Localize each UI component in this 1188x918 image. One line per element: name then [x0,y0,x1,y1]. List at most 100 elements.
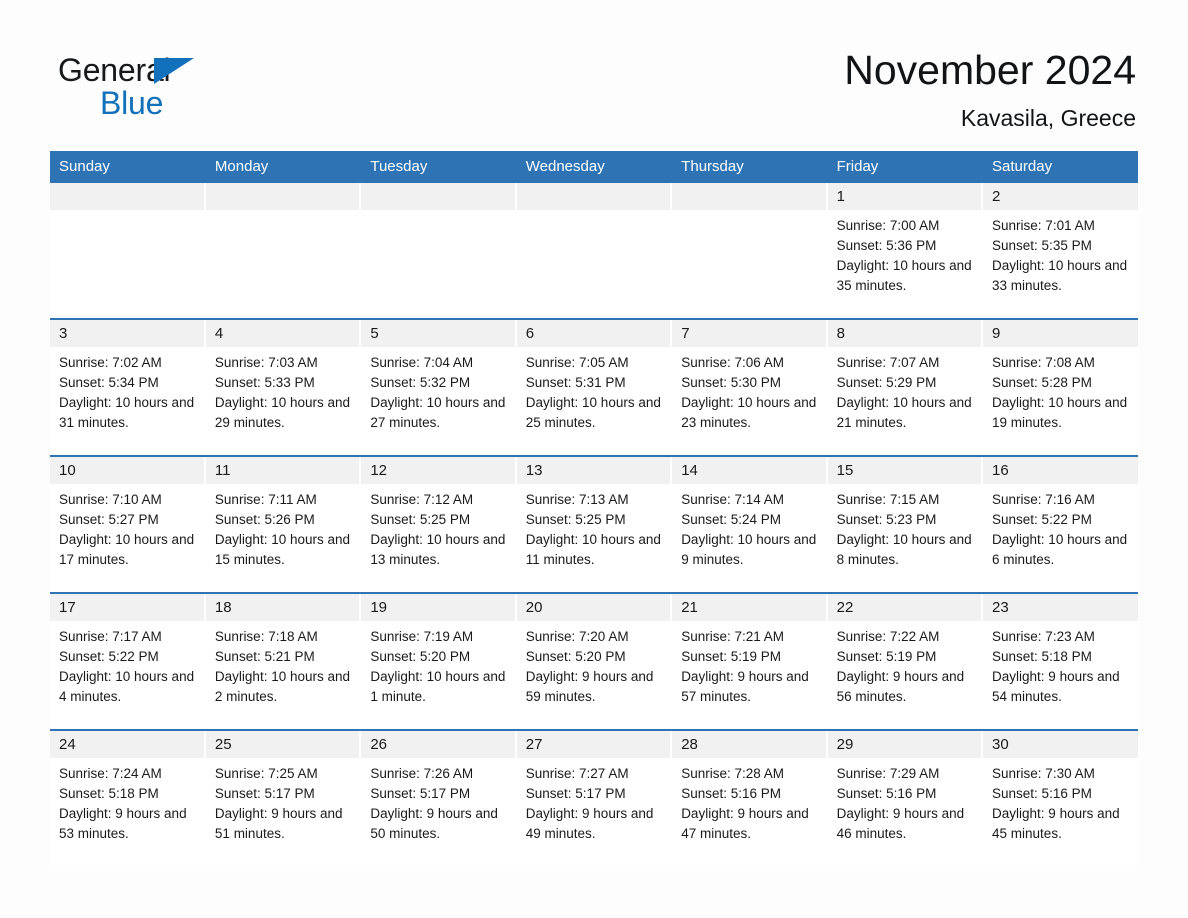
calendar-week-row: 3 Sunrise: 7:02 AM Sunset: 5:34 PM Daylight… [50,318,1138,457]
calendar-header-row: Sunday Monday Tuesday Wednesday Thursday… [50,151,1138,184]
calendar-day-cell[interactable]: 24 Sunrise: 7:24 AM Sunset: 5:18 PM Dayligh… [50,729,206,867]
sunset-text: Sunset: 5:23 PM [836,512,937,528]
calendar-day-cell[interactable]: 10 Sunrise: 7:10 AM Sunset: 5:27 PM Dayligh… [50,455,206,594]
day-details: Sunrise: 7:14 AM Sunset: 5:24 PM Daylight:… [672,484,826,570]
calendar-day-cell[interactable]: 19 Sunrise: 7:19 AM Sunset: 5:20 PM Dayligh… [360,592,517,731]
page-title: November 2024 [844,47,1136,93]
day-details: Sunrise: 7:19 AM Sunset: 5:20 PM Daylight:… [361,621,515,707]
calendar-day-cell[interactable]: 29 Sunrise: 7:29 AM Sunset: 5:16 PM Dayligh… [827,729,984,867]
calendar-day-cell[interactable]: 16 Sunrise: 7:16 AM Sunset: 5:22 PM Dayligh… [982,455,1138,594]
day-details: Sunrise: 7:20 AM Sunset: 5:20 PM Daylight:… [517,621,671,707]
sunrise-text: Sunrise: 7:04 AM [370,355,474,371]
daylight-text: Daylight: 10 hours and 27 minutes. [370,395,506,431]
calendar-day-cell[interactable]: 4 Sunrise: 7:03 AM Sunset: 5:33 PM Daylight… [205,318,362,457]
sunrise-text: Sunrise: 7:06 AM [681,355,784,371]
calendar-day-cell[interactable]: 28 Sunrise: 7:28 AM Sunset: 5:16 PM Dayligh… [671,729,828,867]
daylight-text: Daylight: 10 hours and 23 minutes. [681,395,817,431]
day-number: 19 [361,594,516,622]
day-number: 22 [827,594,983,622]
calendar-day-cell[interactable]: 12 Sunrise: 7:12 AM Sunset: 5:25 PM Dayligh… [360,455,517,594]
calendar-week-row: 10 Sunrise: 7:10 AM Sunset: 5:27 PM Dayligh… [50,455,1138,594]
sunrise-text: Sunrise: 7:00 AM [836,218,940,234]
calendar-day-cell-empty [50,183,206,320]
calendar-day-cell[interactable]: 7 Sunrise: 7:06 AM Sunset: 5:30 PM Daylight… [671,318,828,457]
calendar-day-cell[interactable]: 5 Sunrise: 7:04 AM Sunset: 5:32 PM Daylight… [360,318,517,457]
sunset-text: Sunset: 5:16 PM [992,786,1092,802]
sunset-text: Sunset: 5:22 PM [59,649,159,665]
daylight-text: Daylight: 9 hours and 45 minutes. [992,806,1120,842]
day-details: Sunrise: 7:06 AM Sunset: 5:30 PM Daylight:… [672,347,826,433]
calendar-day-cell[interactable]: 11 Sunrise: 7:11 AM Sunset: 5:26 PM Dayligh… [205,455,362,594]
calendar-day-cell[interactable]: 23 Sunrise: 7:23 AM Sunset: 5:18 PM Dayligh… [982,592,1138,731]
sunset-text: Sunset: 5:22 PM [992,512,1092,528]
calendar-day-cell[interactable]: 14 Sunrise: 7:14 AM Sunset: 5:24 PM Dayligh… [671,455,828,594]
daylight-text: Daylight: 10 hours and 1 minute. [370,669,506,705]
day-details: Sunrise: 7:30 AM Sunset: 5:16 PM Daylight:… [983,758,1138,844]
brand-name-blue: Blue [100,85,164,121]
calendar-table: Sunday Monday Tuesday Wednesday Thursday… [50,151,1138,867]
day-number: 13 [516,457,672,485]
calendar-day-cell[interactable]: 27 Sunrise: 7:27 AM Sunset: 5:17 PM Dayligh… [516,729,673,867]
daylight-text: Daylight: 9 hours and 57 minutes. [681,669,809,705]
daylight-text: Daylight: 10 hours and 15 minutes. [214,532,351,568]
day-details: Sunrise: 7:07 AM Sunset: 5:29 PM Daylight:… [828,347,982,433]
calendar-day-cell-empty [360,183,517,320]
day-number: 16 [983,457,1138,485]
calendar-day-cell[interactable]: 25 Sunrise: 7:25 AM Sunset: 5:17 PM Dayligh… [205,729,362,867]
day-details: Sunrise: 7:17 AM Sunset: 5:22 PM Daylight:… [50,621,205,707]
day-details: Sunrise: 7:13 AM Sunset: 5:25 PM Daylight:… [517,484,671,570]
day-details: Sunrise: 7:12 AM Sunset: 5:25 PM Daylight:… [361,484,515,570]
sunrise-text: Sunrise: 7:30 AM [992,766,1095,782]
sunrise-text: Sunrise: 7:27 AM [525,766,629,782]
calendar-day-cell[interactable]: 13 Sunrise: 7:13 AM Sunset: 5:25 PM Dayligh… [516,455,673,594]
calendar-day-cell[interactable]: 6 Sunrise: 7:05 AM Sunset: 5:31 PM Daylight… [516,318,673,457]
calendar-day-cell[interactable]: 22 Sunrise: 7:22 AM Sunset: 5:19 PM Dayligh… [827,592,984,731]
day-number: 11 [205,457,361,485]
calendar-day-cell[interactable]: 20 Sunrise: 7:20 AM Sunset: 5:20 PM Dayligh… [516,592,673,731]
day-number [50,183,205,211]
calendar-day-cell[interactable]: 8 Sunrise: 7:07 AM Sunset: 5:29 PM Daylight… [827,318,984,457]
sunrise-text: Sunrise: 7:01 AM [992,218,1095,234]
daylight-text: Daylight: 9 hours and 59 minutes. [525,669,654,705]
sunset-text: Sunset: 5:18 PM [59,786,159,802]
sunset-text: Sunset: 5:27 PM [59,512,159,528]
day-details: Sunrise: 7:05 AM Sunset: 5:31 PM Daylight:… [517,347,671,433]
day-details: Sunrise: 7:15 AM Sunset: 5:23 PM Daylight:… [828,484,982,570]
calendar-day-cell[interactable]: 26 Sunrise: 7:26 AM Sunset: 5:17 PM Dayligh… [360,729,517,867]
sunset-text: Sunset: 5:16 PM [681,786,781,802]
sunset-text: Sunset: 5:17 PM [370,786,471,802]
day-number: 12 [361,457,516,485]
calendar-day-cell[interactable]: 2 Sunrise: 7:01 AM Sunset: 5:35 PM Daylight… [982,183,1138,320]
general-blue-logo[interactable]: General Blue [58,46,208,121]
calendar-day-cell[interactable]: 3 Sunrise: 7:02 AM Sunset: 5:34 PM Daylight… [50,318,206,457]
daylight-text: Daylight: 10 hours and 35 minutes. [836,258,972,294]
calendar-day-cell[interactable]: 15 Sunrise: 7:15 AM Sunset: 5:23 PM Dayligh… [827,455,984,594]
page-header: General Blue November 2024 Kavasila, Gre… [0,0,1188,131]
day-details: Sunrise: 7:27 AM Sunset: 5:17 PM Daylight:… [517,758,671,844]
calendar-grid: Sunday Monday Tuesday Wednesday Thursday… [50,151,1138,867]
calendar-day-cell[interactable]: 18 Sunrise: 7:18 AM Sunset: 5:21 PM Dayligh… [205,592,362,731]
calendar-day-cell[interactable]: 1 Sunrise: 7:00 AM Sunset: 5:36 PM Daylight… [827,183,984,320]
day-details: Sunrise: 7:26 AM Sunset: 5:17 PM Daylight:… [361,758,515,844]
calendar-day-cell[interactable]: 17 Sunrise: 7:17 AM Sunset: 5:22 PM Dayligh… [50,592,206,731]
sunset-text: Sunset: 5:21 PM [214,649,315,665]
calendar-day-cell[interactable]: 9 Sunrise: 7:08 AM Sunset: 5:28 PM Daylight… [982,318,1138,457]
sunrise-text: Sunrise: 7:22 AM [836,629,940,645]
calendar-day-cell[interactable]: 21 Sunrise: 7:21 AM Sunset: 5:19 PM Dayligh… [671,592,828,731]
daylight-text: Daylight: 10 hours and 25 minutes. [525,395,661,431]
day-details: Sunrise: 7:29 AM Sunset: 5:16 PM Daylight:… [828,758,982,844]
sunrise-text: Sunrise: 7:26 AM [370,766,474,782]
sunset-text: Sunset: 5:16 PM [836,786,937,802]
day-details: Sunrise: 7:11 AM Sunset: 5:26 PM Daylight:… [206,484,360,570]
day-number: 27 [516,731,672,759]
triangle-logo-icon [154,58,194,84]
weekday-header-saturday: Saturday [982,151,1138,184]
daylight-text: Daylight: 10 hours and 2 minutes. [214,669,351,705]
calendar-day-cell-empty [205,183,362,320]
day-number [516,183,672,211]
sunrise-text: Sunrise: 7:25 AM [214,766,318,782]
weekday-header-friday: Friday [827,151,984,184]
calendar-day-cell[interactable]: 30 Sunrise: 7:30 AM Sunset: 5:16 PM Dayligh… [982,729,1138,867]
day-number: 6 [516,320,672,348]
calendar-body: 1 Sunrise: 7:00 AM Sunset: 5:36 PM Daylight… [50,183,1138,867]
